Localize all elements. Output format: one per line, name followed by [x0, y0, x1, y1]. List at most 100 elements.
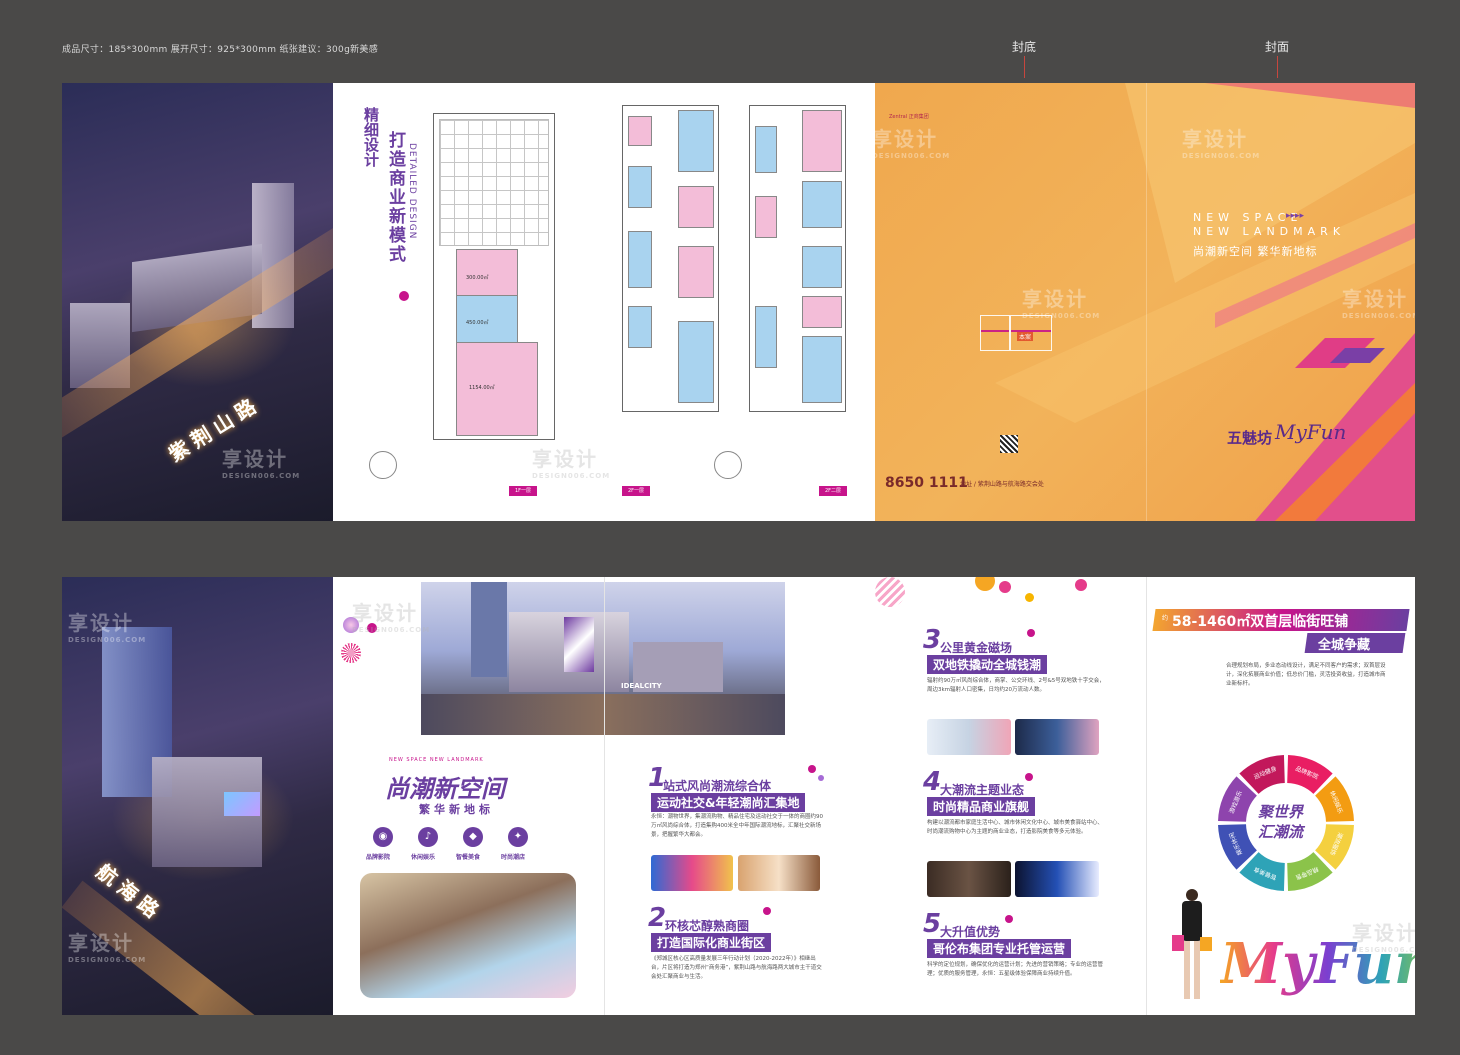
- unit: [678, 186, 714, 228]
- decor-burst: [341, 643, 361, 663]
- road-name: 紫荆山路: [164, 391, 266, 467]
- aerial-render-panel: 紫荆山路: [62, 83, 333, 521]
- section-text: 《郑城区核心区高质量发展三年行动计划（2020-2022年）》相继出台，片区将打…: [651, 956, 822, 980]
- compass-icon: [369, 451, 397, 479]
- heading-en: NEW SPACE NEW LANDMARK: [389, 757, 484, 763]
- decor-dot: [367, 623, 377, 633]
- section-bar: 打造国际化商业街区: [651, 933, 772, 952]
- section-photo: [1015, 719, 1099, 755]
- headline: 58-1460㎡双首层临街旺铺: [1172, 614, 1349, 630]
- unit: [755, 306, 777, 368]
- floorplan-1f: 300.00㎡ 450.00㎡ 1154.00㎡: [433, 113, 555, 440]
- aerial-render-panel-2: 航海路: [62, 577, 333, 1015]
- design-subtitle: DETAILED DESIGN: [407, 143, 417, 240]
- section-number: 2: [648, 903, 667, 933]
- unit: [802, 246, 842, 288]
- fold-line: [1146, 577, 1147, 1015]
- floorplan-panel-2: 2F一层 2F二层: [604, 83, 875, 521]
- section-bar: 时尚精品商业旗舰: [927, 797, 1036, 816]
- section-number: 3: [923, 625, 942, 655]
- icon-label: 品牌影院: [366, 854, 391, 861]
- unit: [628, 306, 652, 348]
- section-title: 环核芯醇熟商圈: [665, 919, 750, 933]
- fashion-icon: ✦: [508, 827, 528, 847]
- section-text: 构建以潮流都市家庭生活中心、城市休闲文化中心、城市美食驿站中心、时尚潮流购物中心…: [927, 820, 1104, 835]
- unit: [802, 181, 842, 228]
- unit: [628, 166, 652, 208]
- back-cover-marker: [1024, 56, 1025, 78]
- area-label: 1154.00㎡: [469, 385, 495, 391]
- design-title-a: 精细设计: [362, 107, 380, 167]
- section-bar: 运动社交&年轻潮尚汇集地: [651, 793, 806, 812]
- label-front-cover: 封面: [1265, 40, 1290, 54]
- spec-line: 成品尺寸：185*300mm 展开尺寸：925*300mm 纸张建议：300g新…: [62, 45, 378, 55]
- features-panel: 3 公里黄金磁场 双地铁撬动全城钱潮 辐射约90万㎡风尚综合体，商掌、公交环线、…: [875, 577, 1146, 1015]
- building-sign: IDEALCITY: [621, 682, 662, 690]
- unit: [802, 110, 842, 172]
- section-title: 大潮流主题业态: [940, 783, 1025, 797]
- headline-prefix: 约: [1162, 615, 1169, 622]
- shops-text: 合理规划布局，多业态动线设计，满足不同客户的需求；双首层设计，深化拓展商业价值；…: [1226, 663, 1386, 687]
- design-title-b: 打造商业新模式: [385, 131, 405, 264]
- wheel-center-line-2: 汇潮流: [1258, 823, 1304, 841]
- unit: [755, 126, 777, 173]
- section-bar: 双地铁撬动全城钱潮: [927, 655, 1048, 674]
- brochure-inside-spread: 航海路 IDEALCITY NEW SPACE NEW LANDMARK 尚潮新…: [62, 577, 1415, 1015]
- unit-01: [456, 249, 518, 297]
- led-screen: [224, 792, 260, 816]
- section-photo: [651, 855, 733, 891]
- section-photo: [1015, 861, 1099, 897]
- unit: [755, 196, 777, 238]
- dining-icon: ◆: [463, 827, 483, 847]
- floorplan-2f-a: [622, 105, 719, 412]
- section-photo: [738, 855, 820, 891]
- logo-en-large: MyFun: [1220, 931, 1415, 997]
- headline-sub: 全城争藏: [1318, 638, 1371, 653]
- cover-en-line-2: NEW LANDMARK: [1193, 225, 1346, 238]
- unit: [802, 336, 842, 403]
- film-icon: ◉: [373, 827, 393, 847]
- section-title: 公里黄金磁场: [940, 641, 1013, 655]
- floorplan-2f-b: [749, 105, 846, 412]
- plan-grid: [439, 119, 549, 246]
- unit: [678, 246, 714, 298]
- label-back-cover: 封底: [1012, 40, 1037, 54]
- section-title: 站式风尚潮流综合体: [663, 779, 772, 793]
- logo-cn: 五魅坊: [1227, 429, 1273, 447]
- decor-stripes: [875, 577, 905, 607]
- heading-sub: 繁华新地标: [419, 803, 494, 816]
- heading-main: 尚潮新空间: [385, 775, 505, 803]
- fold-line: [1146, 83, 1147, 521]
- unit: [628, 231, 652, 288]
- phone-number: 8650 1111: [885, 475, 968, 491]
- front-cover-marker: [1277, 56, 1278, 78]
- section-photo: [927, 719, 1011, 755]
- cover-stripes: [995, 83, 1415, 521]
- brochure-outside-spread: 紫荆山路 精细设计 打造商业新模式 DETAILED DESIGN 300.00…: [62, 83, 1415, 521]
- icon-label: 休闲娱乐: [411, 854, 436, 861]
- road-lights: [62, 880, 333, 1015]
- location-map: 本案: [980, 315, 1052, 351]
- cover-panels: Zentral 正商集团 本案 8650 1111 地址 / 紫荆山路与航海路交…: [875, 83, 1415, 521]
- floor-tag: 2F一层: [622, 486, 650, 496]
- section-title: 大升值优势: [940, 925, 1001, 939]
- floorplan-panel-1: 精细设计 打造商业新模式 DETAILED DESIGN 300.00㎡ 450…: [333, 83, 604, 521]
- unit: [678, 110, 714, 172]
- section-photo: [927, 861, 1011, 897]
- area-label: 300.00㎡: [466, 275, 489, 281]
- unit: [628, 116, 652, 146]
- leisure-icon: ♪: [418, 827, 438, 847]
- shops-panel: 约 58-1460㎡双首层临街旺铺 全城争藏 合理规划布局，多业态动线设计，满足…: [1146, 577, 1415, 1015]
- section-text: 辐射约90万㎡风尚综合体，商掌、公交环线、2号&5号双地铁十字交会，周边3km辐…: [927, 678, 1105, 693]
- icon-label: 智餐美食: [456, 854, 481, 861]
- unit: [678, 321, 714, 403]
- icon-label: 时尚潮店: [501, 854, 526, 861]
- cover-top-brand: Zentral 正商集团: [889, 114, 929, 120]
- section-text: 永恒：潮物世界，集潮流购物、精品住宅及运动社交于一体的商圈约90万㎡风尚综合体，…: [651, 814, 824, 838]
- mall-render-photo: IDEALCITY: [421, 582, 785, 735]
- decor-dot: [399, 291, 409, 301]
- wheel-center-line-1: 聚世界: [1258, 803, 1304, 821]
- atrium-photo: [360, 873, 576, 998]
- fashion-model-figure: [1172, 889, 1212, 1001]
- area-label: 450.00㎡: [466, 320, 489, 326]
